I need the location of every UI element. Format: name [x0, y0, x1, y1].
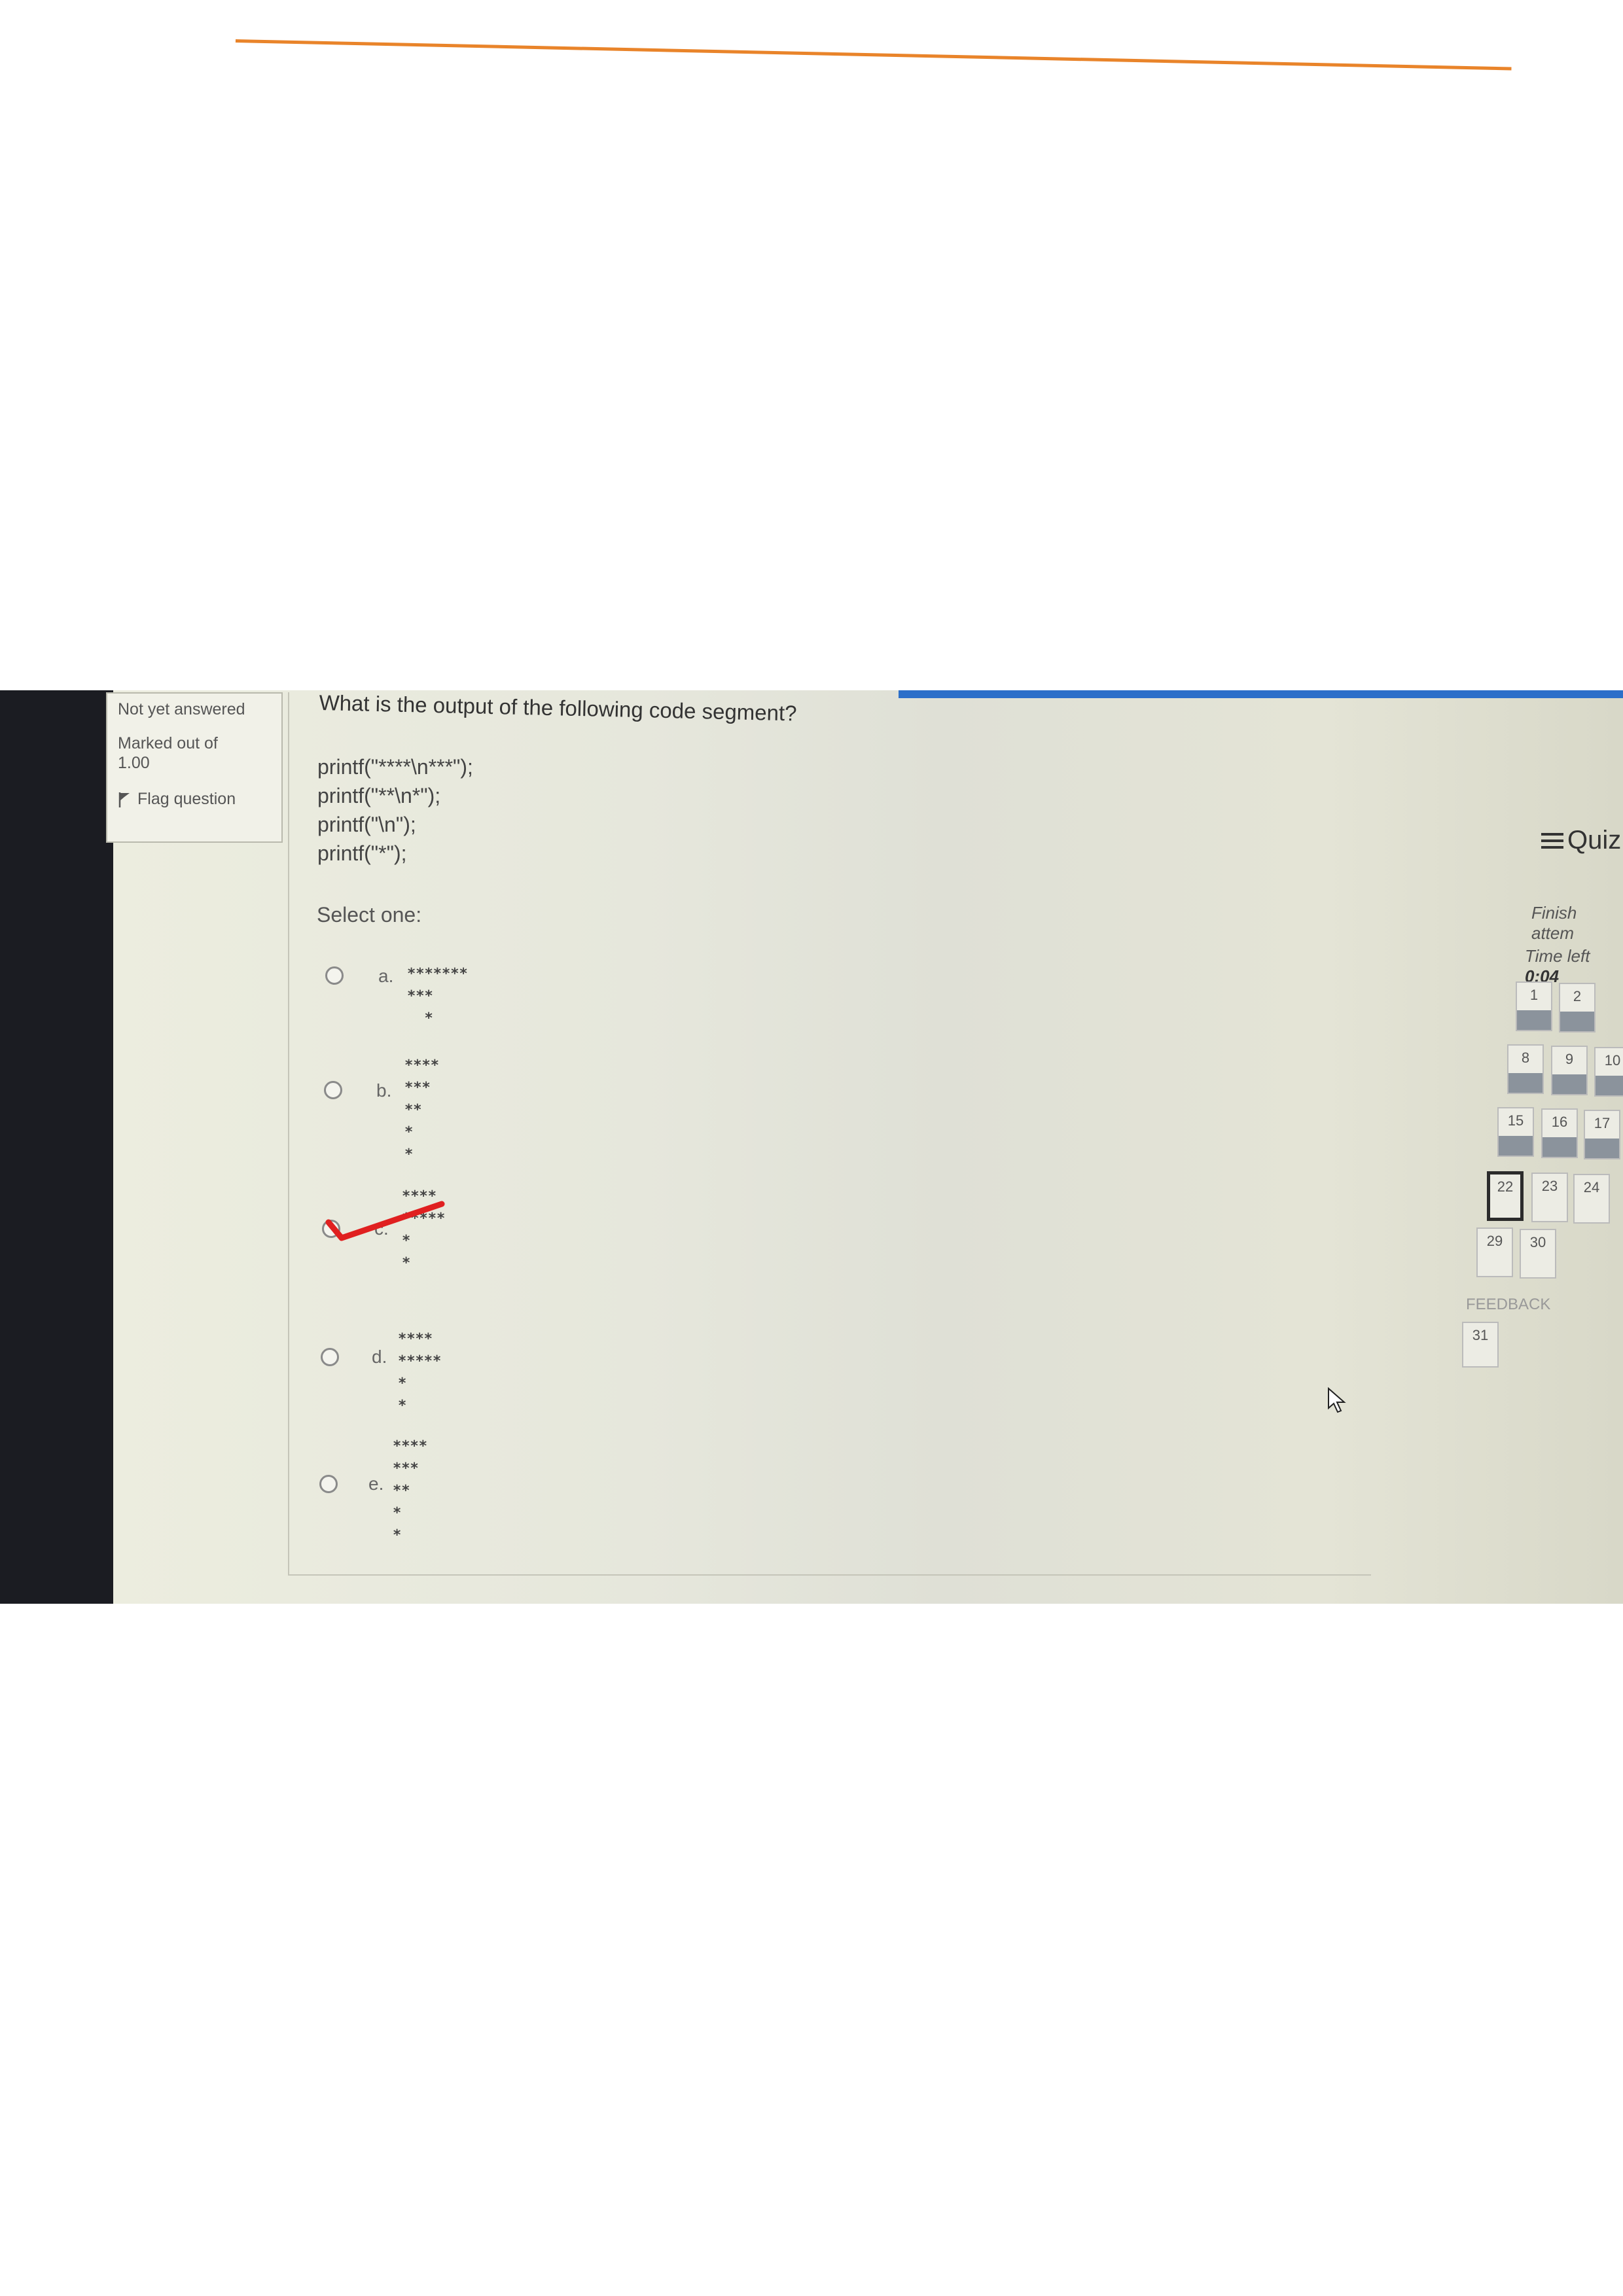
finish-attempt-link[interactable]: Finish attem	[1531, 903, 1623, 944]
option-b-letter: b.	[376, 1080, 392, 1101]
answered-bar	[1560, 1012, 1594, 1031]
option-d-output: **** ***** * *	[398, 1306, 441, 1417]
option-b-line: ****	[404, 1057, 439, 1074]
question-nav-button[interactable]: 17	[1584, 1110, 1620, 1159]
time-left: Time left 0:04	[1525, 946, 1623, 987]
question-nav-button[interactable]: 15	[1497, 1107, 1534, 1157]
question-nav-button-current[interactable]: 22	[1487, 1171, 1524, 1221]
marked-value: 1.00	[118, 754, 150, 772]
option-a-line: ***	[407, 988, 433, 1004]
question-status: Not yet answered	[118, 700, 245, 718]
mouse-cursor-icon	[1328, 1387, 1346, 1413]
flag-question-label: Flag question	[137, 790, 236, 808]
feedback-nav-button[interactable]: 31	[1462, 1322, 1499, 1368]
option-e-line: ****	[393, 1438, 427, 1455]
question-number: 2	[1573, 988, 1582, 1004]
question-number: 8	[1521, 1050, 1530, 1066]
select-one-label: Select one:	[317, 903, 422, 927]
option-e-line: **	[393, 1483, 410, 1499]
option-e-output: **** *** ** * *	[393, 1413, 427, 1547]
option-d-line: *****	[398, 1353, 442, 1369]
code-line: printf("**\n*");	[317, 784, 441, 807]
question-number: 22	[1497, 1178, 1514, 1195]
question-nav-button[interactable]: 8	[1507, 1044, 1544, 1094]
red-checkmark-icon	[325, 1201, 445, 1241]
question-number: 30	[1529, 1234, 1546, 1250]
option-b-line: **	[404, 1102, 422, 1118]
question-number: 23	[1541, 1178, 1558, 1194]
option-b-line: *	[404, 1124, 414, 1140]
question-nav-button[interactable]: 30	[1520, 1229, 1556, 1279]
option-e-line: *	[393, 1505, 402, 1521]
option-d-line: *	[398, 1375, 407, 1392]
question-number: 29	[1486, 1233, 1503, 1249]
option-a-radio[interactable]	[325, 966, 344, 985]
question-nav-button[interactable]: 9	[1551, 1046, 1588, 1095]
question-info-panel: Not yet answered Marked out of 1.00 Flag…	[106, 692, 283, 843]
answered-bar	[1596, 1076, 1623, 1095]
question-mark-info: Marked out of 1.00	[118, 733, 271, 773]
quiz-navigation-title[interactable]: Quiz	[1541, 826, 1621, 855]
feedback-label: FEEDBACK	[1466, 1296, 1551, 1313]
question-number: 24	[1583, 1179, 1600, 1195]
quiz-title: Quiz	[1567, 826, 1622, 855]
option-d-radio[interactable]	[321, 1348, 339, 1366]
option-e-radio[interactable]	[319, 1475, 338, 1493]
orange-accent-line	[235, 39, 1512, 71]
answered-bar	[1585, 1139, 1619, 1158]
flag-icon	[118, 792, 130, 807]
question-nav-button[interactable]: 29	[1476, 1227, 1513, 1277]
answered-bar	[1517, 1010, 1551, 1030]
question-nav-button[interactable]: 23	[1531, 1173, 1568, 1222]
option-b-output: **** *** ** * *	[404, 1033, 439, 1166]
question-nav-button[interactable]: 24	[1573, 1174, 1610, 1224]
answered-bar	[1543, 1137, 1577, 1157]
code-line: printf("\n");	[317, 813, 416, 836]
question-number: 9	[1565, 1051, 1574, 1067]
option-d-letter: d.	[372, 1347, 387, 1367]
option-a-line: *	[407, 1010, 433, 1027]
code-segment: printf("****\n***"); printf("**\n*"); pr…	[317, 752, 473, 868]
menu-icon	[1541, 832, 1563, 849]
question-number: 17	[1594, 1115, 1611, 1131]
code-line: printf("****\n***");	[317, 755, 473, 779]
answered-bar	[1508, 1073, 1543, 1093]
option-b-radio[interactable]	[324, 1081, 342, 1099]
option-b-line: *	[404, 1146, 414, 1163]
answered-bar	[1499, 1136, 1533, 1156]
question-number: 10	[1604, 1052, 1621, 1069]
option-a-output: ******* *** *	[407, 941, 468, 1030]
option-a-letter: a.	[378, 966, 394, 986]
flag-question-link[interactable]: Flag question	[118, 790, 271, 809]
question-nav-button[interactable]: 10	[1594, 1047, 1623, 1097]
question-nav-button[interactable]: 2	[1559, 983, 1596, 1033]
question-number: 15	[1507, 1112, 1524, 1129]
feedback-number: 31	[1472, 1327, 1489, 1343]
question-nav-button[interactable]: 16	[1541, 1108, 1578, 1158]
question-number: 16	[1551, 1114, 1568, 1130]
option-e-line: *	[393, 1527, 402, 1544]
option-b-line: ***	[404, 1080, 431, 1096]
answered-bar	[1552, 1074, 1586, 1094]
option-a-line: *******	[407, 966, 468, 982]
option-e-line: ***	[393, 1460, 419, 1477]
marked-label: Marked out of	[118, 734, 218, 752]
time-left-label: Time left	[1525, 946, 1590, 966]
option-e-letter: e.	[368, 1474, 384, 1494]
code-line: printf("*");	[317, 841, 407, 865]
option-d-line: ****	[398, 1331, 433, 1347]
question-nav-button[interactable]: 1	[1516, 981, 1552, 1031]
question-number: 1	[1529, 987, 1539, 1003]
